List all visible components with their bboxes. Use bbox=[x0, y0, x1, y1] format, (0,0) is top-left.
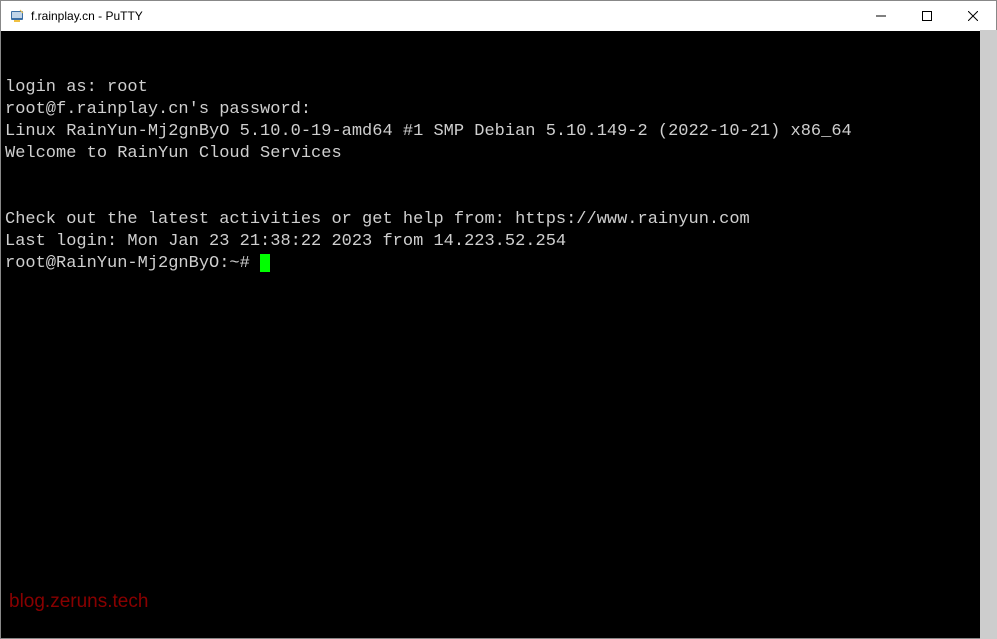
watermark-text: blog.zeruns.tech bbox=[9, 591, 148, 613]
terminal-area[interactable]: login as: rootroot@f.rainplay.cn's passw… bbox=[1, 31, 996, 638]
close-button[interactable] bbox=[950, 1, 996, 31]
minimize-button[interactable] bbox=[858, 1, 904, 31]
terminal-line bbox=[5, 187, 992, 209]
terminal-line: root@f.rainplay.cn's password: bbox=[5, 99, 992, 121]
terminal-cursor bbox=[260, 254, 270, 272]
putty-icon bbox=[9, 8, 25, 24]
terminal-line: login as: root bbox=[5, 77, 992, 99]
shell-prompt: root@RainYun-Mj2gnByO:~# bbox=[5, 254, 260, 273]
terminal-line: Linux RainYun-Mj2gnByO 5.10.0-19-amd64 #… bbox=[5, 121, 992, 143]
window-controls bbox=[858, 1, 996, 31]
terminal-line: Welcome to RainYun Cloud Services bbox=[5, 143, 992, 165]
terminal-line: Last login: Mon Jan 23 21:38:22 2023 fro… bbox=[5, 231, 992, 253]
scrollbar-thumb[interactable] bbox=[980, 30, 997, 639]
maximize-button[interactable] bbox=[904, 1, 950, 31]
titlebar[interactable]: f.rainplay.cn - PuTTY bbox=[1, 1, 996, 31]
terminal-line bbox=[5, 165, 992, 187]
vertical-scrollbar[interactable] bbox=[980, 30, 997, 639]
window-title: f.rainplay.cn - PuTTY bbox=[31, 9, 858, 23]
putty-window: f.rainplay.cn - PuTTY login as: rootroot… bbox=[0, 0, 997, 639]
terminal-line: Check out the latest activities or get h… bbox=[5, 209, 992, 231]
